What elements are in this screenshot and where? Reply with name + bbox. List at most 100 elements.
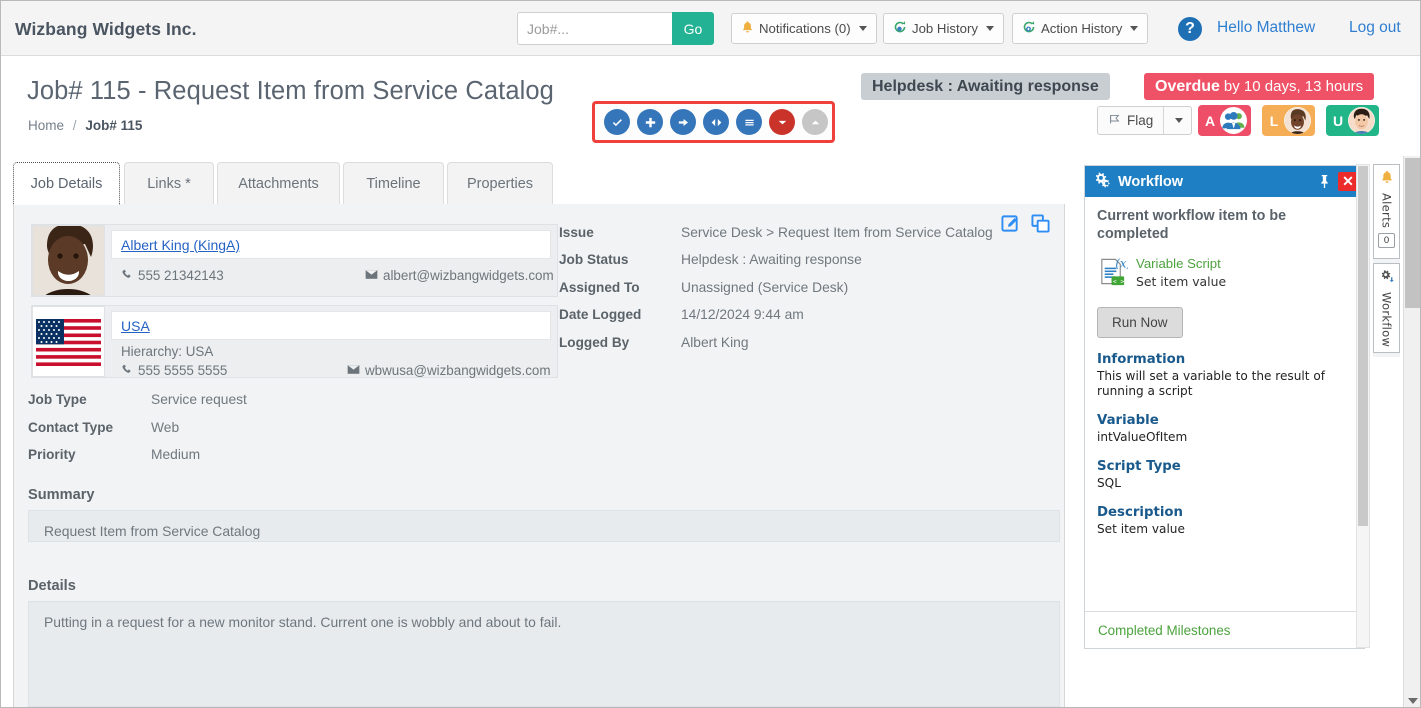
breadcrumb-home[interactable]: Home xyxy=(28,118,64,133)
arrow-right-icon xyxy=(678,118,688,126)
history-add-icon xyxy=(1022,20,1036,37)
go-button[interactable]: Go xyxy=(672,12,714,45)
chevron-down-icon xyxy=(985,26,994,31)
job-history-button[interactable]: Job History xyxy=(883,13,1004,44)
tab-links[interactable]: Links * xyxy=(124,162,214,205)
copy-icon[interactable] xyxy=(1031,214,1050,238)
workflow-panel-footer: Completed Milestones xyxy=(1085,611,1364,648)
alerts-count-badge: 0 xyxy=(1378,233,1395,249)
organisation-name-link[interactable]: USA xyxy=(121,318,150,334)
tab-job-details[interactable]: Job Details xyxy=(13,162,120,205)
close-icon[interactable]: ✕ xyxy=(1338,172,1358,191)
flag-button[interactable]: Flag xyxy=(1097,106,1193,135)
avatar-letter: L xyxy=(1269,112,1279,129)
tab-label: Job Details xyxy=(30,175,103,192)
more-actions-button[interactable] xyxy=(769,109,795,135)
top-bar: Wizbang Widgets Inc. Go Notifications (0… xyxy=(1,1,1420,56)
chevron-down-icon xyxy=(858,26,867,31)
overdue-detail: by 10 days, 13 hours xyxy=(1223,78,1364,95)
organisation-phone-value: 555 5555 5555 xyxy=(138,363,228,378)
overdue-badge: Overdue by 10 days, 13 hours xyxy=(1144,73,1375,100)
tab-timeline[interactable]: Timeline xyxy=(343,162,444,205)
workflow-panel-title: Workflow xyxy=(1118,173,1183,190)
contact-name-link[interactable]: Albert King (KingA) xyxy=(121,237,240,253)
page-scrollbar[interactable] xyxy=(1403,156,1420,707)
complete-action-button[interactable] xyxy=(604,109,630,135)
plus-icon xyxy=(645,117,655,127)
field-label-assigned-to: Assigned To xyxy=(559,280,640,295)
workflow-item-sub: Set item value xyxy=(1136,274,1227,289)
tab-attachments[interactable]: Attachments xyxy=(217,162,340,205)
breadcrumb-separator: / xyxy=(72,118,77,133)
field-value-logged-by: Albert King xyxy=(681,335,749,350)
rail-tab-alerts[interactable]: Alerts 0 xyxy=(1373,164,1400,259)
collapse-button[interactable] xyxy=(802,109,828,135)
user-greeting-link[interactable]: Hello Matthew xyxy=(1217,19,1315,37)
avatar-chip-a[interactable]: A xyxy=(1198,105,1251,136)
gears-icon xyxy=(1380,269,1394,288)
overdue-label: Overdue xyxy=(1155,77,1220,95)
workflow-section-heading-script-type: Script Type xyxy=(1097,459,1181,474)
job-details-panel: Albert King (KingA) 555 21342143 albert@… xyxy=(13,204,1065,707)
flag-dropdown-toggle[interactable] xyxy=(1163,107,1191,134)
transfer-action-button[interactable] xyxy=(703,109,729,135)
page-scrollbar-thumb[interactable] xyxy=(1405,158,1420,308)
panel-action-icons xyxy=(1001,214,1050,238)
workflow-section-text-description: Set item value xyxy=(1097,522,1185,536)
chevron-down-icon xyxy=(1175,118,1184,123)
contact-card: Albert King (KingA) 555 21342143 albert@… xyxy=(31,224,558,297)
search-input[interactable] xyxy=(517,12,672,45)
group-people-icon xyxy=(1220,107,1247,134)
rail-tab-workflow-label: Workflow xyxy=(1379,292,1394,348)
notifications-label: Notifications (0) xyxy=(759,21,851,36)
pin-icon[interactable] xyxy=(1318,174,1331,189)
chevron-down-icon xyxy=(778,120,786,124)
variable-script-icon: (x) < > xyxy=(1097,256,1131,292)
job-history-label: Job History xyxy=(912,21,978,36)
workflow-heading: Current workflow item to be completed xyxy=(1097,208,1287,242)
workflow-scrollbar-thumb[interactable] xyxy=(1358,166,1368,526)
chevron-down-icon[interactable] xyxy=(1408,698,1418,704)
notifications-button[interactable]: Notifications (0) xyxy=(731,13,877,44)
workflow-section-text-variable: intValueOfItem xyxy=(1097,430,1188,444)
logout-link[interactable]: Log out xyxy=(1349,19,1401,37)
application-window: Wizbang Widgets Inc. Go Notifications (0… xyxy=(0,0,1421,708)
contact-email-value: albert@wizbangwidgets.com xyxy=(383,268,554,283)
field-label-priority: Priority xyxy=(28,447,76,462)
rail-tab-workflow[interactable]: Workflow xyxy=(1373,263,1400,353)
workflow-section-text-information: This will set a variable to the result o… xyxy=(1097,369,1325,398)
contact-phone: 555 21342143 xyxy=(121,268,224,283)
field-label-job-type: Job Type xyxy=(28,392,87,407)
organisation-card: USA Hierarchy: USA 555 5555 5555 wbwusa@… xyxy=(31,305,558,378)
field-value-job-type: Service request xyxy=(151,392,247,407)
list-action-button[interactable] xyxy=(736,109,762,135)
workflow-scrollbar[interactable] xyxy=(1356,164,1370,648)
contact-name-box: Albert King (KingA) xyxy=(111,230,551,259)
avatar-letter: A xyxy=(1204,112,1216,129)
summary-text: Request Item from Service Catalog xyxy=(28,510,1060,542)
avatar-chip-u[interactable]: U xyxy=(1326,105,1379,136)
contact-email: albert@wizbangwidgets.com xyxy=(365,268,554,283)
bell-icon xyxy=(1380,170,1394,189)
chevron-down-icon xyxy=(1130,26,1139,31)
field-label-contact-type: Contact Type xyxy=(28,420,114,435)
run-now-button[interactable]: Run Now xyxy=(1097,307,1183,338)
tab-label: Attachments xyxy=(238,176,319,192)
action-history-label: Action History xyxy=(1041,21,1123,36)
forward-action-button[interactable] xyxy=(670,109,696,135)
contact-phone-value: 555 21342143 xyxy=(138,268,224,283)
action-history-button[interactable]: Action History xyxy=(1012,13,1149,44)
avatar-chip-l[interactable]: L xyxy=(1262,105,1315,136)
add-action-button[interactable] xyxy=(637,109,663,135)
tab-properties[interactable]: Properties xyxy=(447,162,553,205)
edit-icon[interactable] xyxy=(1001,214,1020,238)
field-value-date-logged: 14/12/2024 9:44 am xyxy=(681,307,804,322)
organisation-email-value: wbwusa@wizbangwidgets.com xyxy=(365,363,551,378)
flag-label: Flag xyxy=(1127,113,1154,128)
flag-icon xyxy=(1108,113,1121,129)
field-label-issue: Issue xyxy=(559,225,594,240)
completed-milestones-link[interactable]: Completed Milestones xyxy=(1098,623,1230,638)
help-icon[interactable]: ? xyxy=(1178,17,1202,41)
workflow-item-name[interactable]: Variable Script xyxy=(1136,256,1226,271)
tab-bar: Job Details Links * Attachments Timeline… xyxy=(13,162,1065,205)
